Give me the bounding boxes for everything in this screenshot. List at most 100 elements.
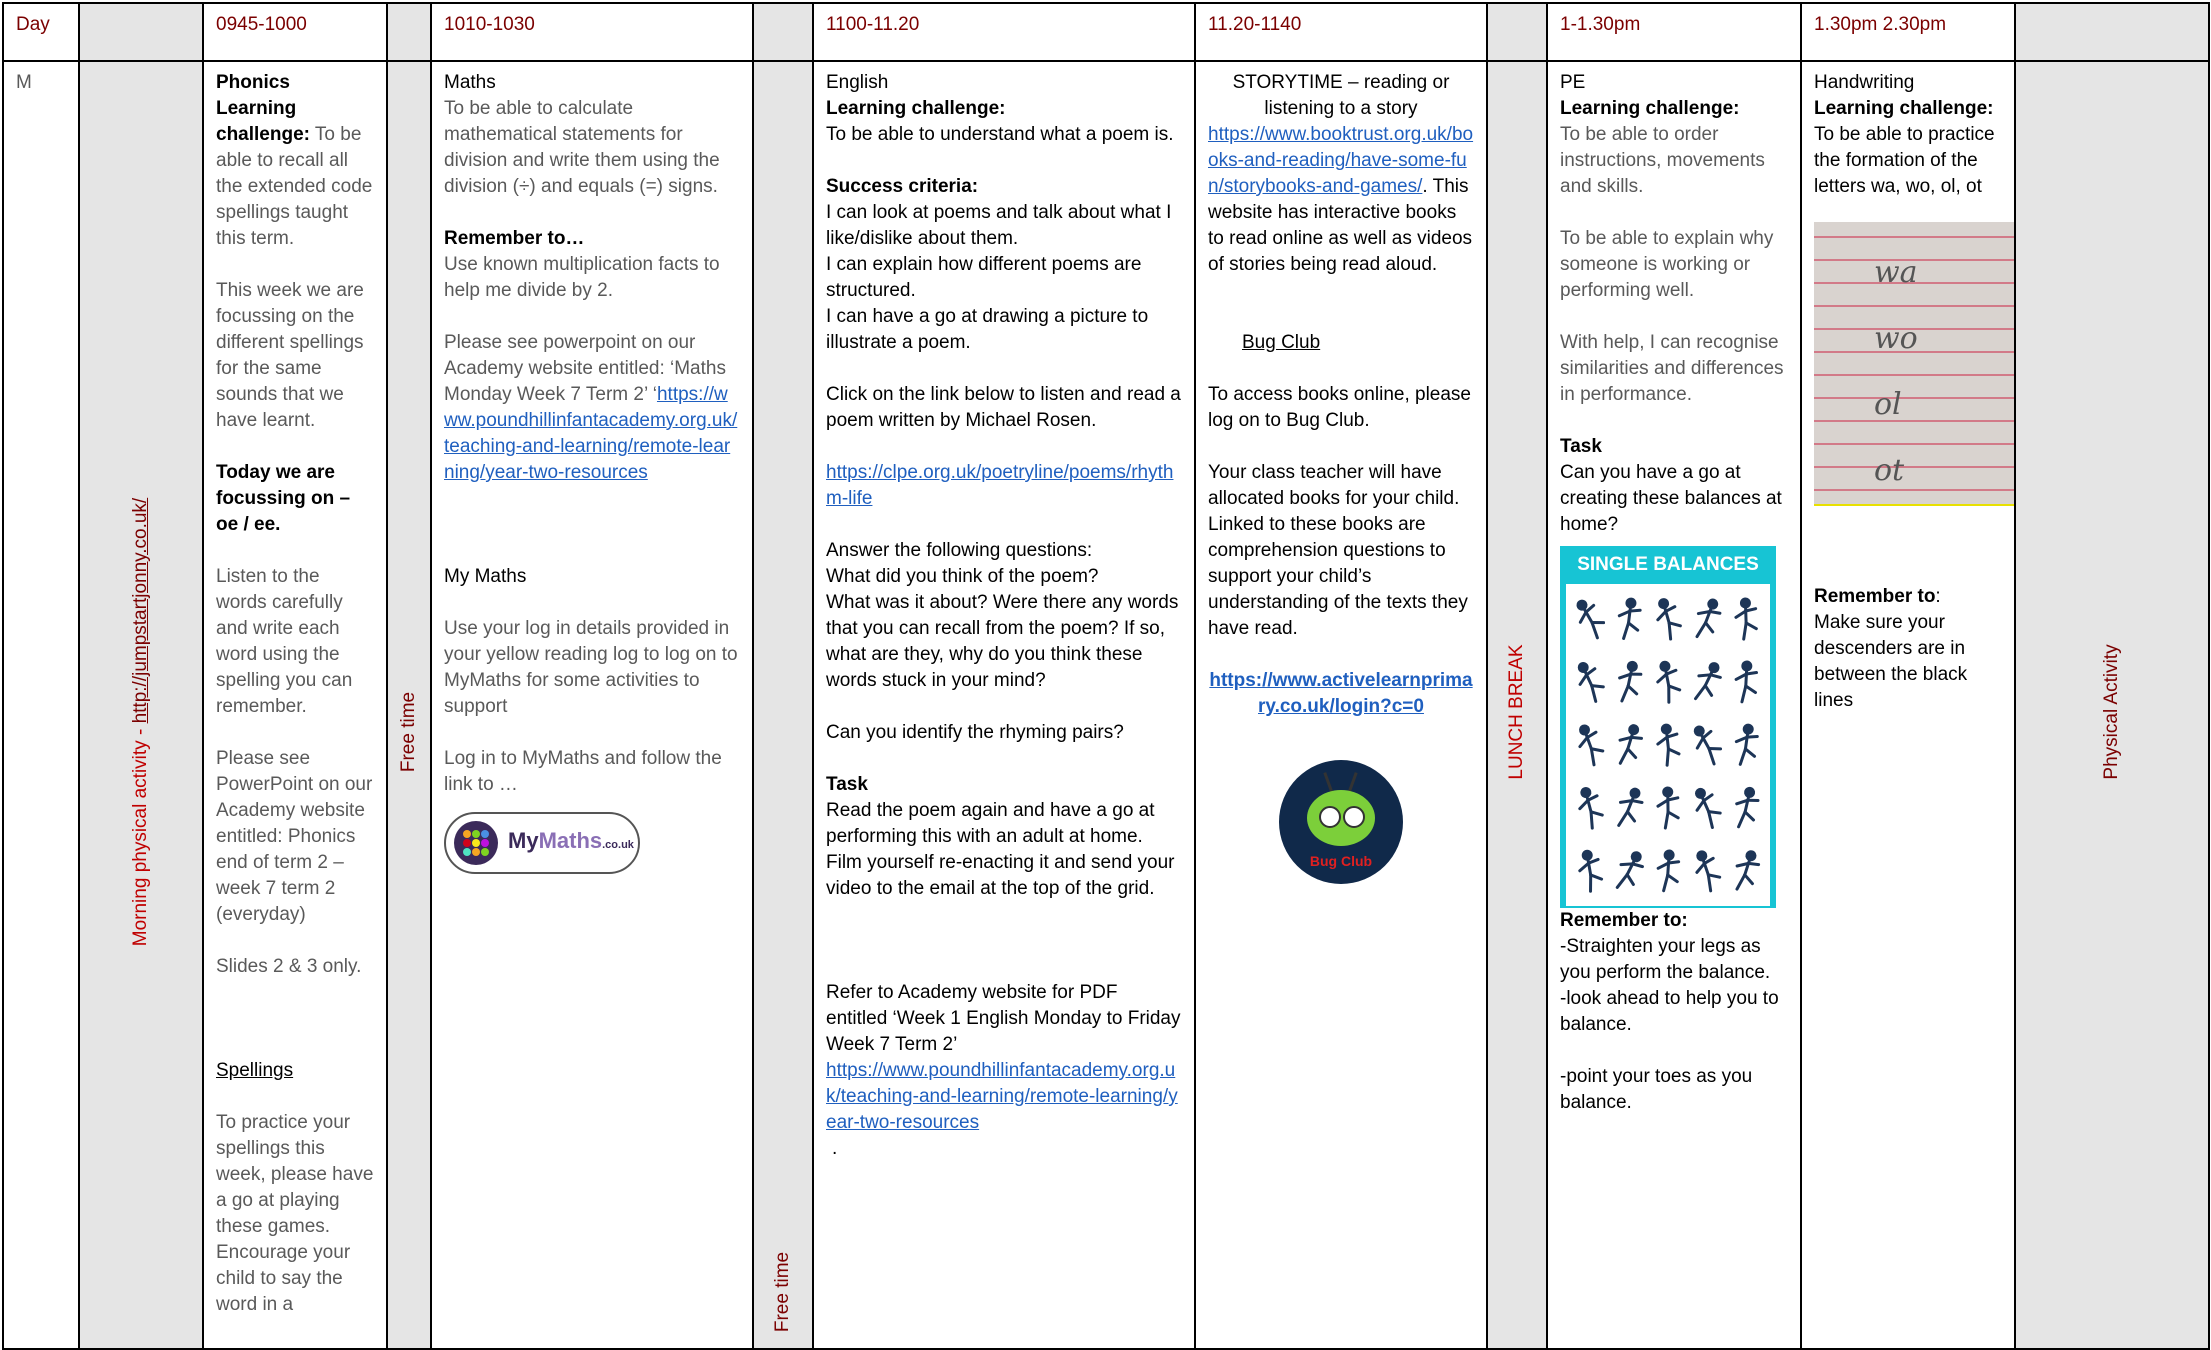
handwriting-remember-title: Remember to [1814,586,1935,607]
header-slot-2: 1010-1030 [431,3,753,61]
bugclub-logo[interactable]: Bug Club [1279,760,1403,884]
header-blank-1 [79,3,203,61]
free-time-cell-1: Free time [387,61,431,1349]
bugclub-title: Bug Club [1208,330,1474,356]
spellings-text: To practice your spellings this week, pl… [216,1110,374,1318]
english-task-title: Task [826,772,1182,798]
poster-grid [1566,584,1770,906]
balance-figure-icon [1570,651,1609,714]
english-q2: What was it about? Were there any words … [826,590,1182,694]
handwriting-lc-label: Learning challenge: [1814,96,2002,122]
activelearn-wrap: https://www.activelearnprimary.co.uk/log… [1208,668,1474,720]
pe-remember-2: -look ahead to help you to balance. [1560,986,1788,1038]
balance-figure-icon [1570,714,1609,777]
maths-title: Maths [444,70,740,96]
balance-figure-icon [1609,651,1648,714]
balance-figure-icon [1648,776,1687,839]
ruled-line [1814,236,2014,238]
english-sc-2: I can explain how different poems are st… [826,252,1182,304]
maths-see: Please see powerpoint on our Academy web… [444,330,740,486]
maths-cell: Maths To be able to calculate mathematic… [431,61,753,1349]
english-lc-label: Learning challenge: [826,96,1182,122]
day-letter: M [16,72,32,93]
balance-figure-icon [1609,776,1648,839]
pe-remember-title: Remember to: [1560,908,1788,934]
english-dot: . [826,1136,1182,1162]
physical-activity-cell: Physical Activity [2015,61,2209,1349]
balance-figure-icon [1727,776,1766,839]
header-slot-1: 0945-1000 [203,3,387,61]
ruled-line [1814,489,2014,491]
balance-figure-icon [1609,714,1648,777]
balance-figure-icon [1727,588,1766,651]
ruled-line [1814,443,2014,445]
english-task-text: Read the poem again and have a go at per… [826,798,1182,902]
english-sc-label: Success criteria: [826,174,1182,200]
lunch-break: LUNCH BREAK [1504,644,1530,779]
phonics-cell: Phonics Learning challenge: To be able t… [203,61,387,1349]
free-time-1: Free time [396,692,422,772]
balance-figure-icon [1727,651,1766,714]
pe-lc-3: With help, I can recognise similarities … [1560,330,1788,408]
handwriting-cell: Handwriting Learning challenge: To be ab… [1801,61,2015,1349]
phonics-see: Please see PowerPoint on our Academy web… [216,746,374,928]
handwritten-word: ol [1874,392,1902,418]
balance-figure-icon [1688,714,1727,777]
english-sc-1: I can look at poems and talk about what … [826,200,1182,252]
phonics-listen: Listen to the words carefully and write … [216,564,374,720]
ruled-line [1814,305,2014,307]
poster-title: SINGLE BALANCES [1566,552,1770,578]
phonics-lc-label: Learning challenge: [216,98,310,145]
pe-remember-3: -point your toes as you balance. [1560,1064,1788,1116]
mymaths-text: Use your log in details provided in your… [444,616,740,720]
header-blank-3 [753,3,813,61]
balance-figure-icon [1648,714,1687,777]
handwriting-remember: Remember to: [1814,584,2002,610]
ruled-line [1814,397,2014,399]
bugclub-access: To access books online, please log on to… [1208,382,1474,434]
mymaths-logo[interactable]: MyMaths.co.uk [444,812,640,874]
balance-figure-icon [1570,776,1609,839]
lunch-cell: LUNCH BREAK [1487,61,1547,1349]
morning-activity-label: Morning physical activity - [130,723,151,946]
maths-remember-text: Use known multiplication facts to help m… [444,252,740,304]
handwriting-remember-text: Make sure your descenders are in between… [1814,610,2002,714]
balance-figure-icon [1727,714,1766,777]
storytime-cell: STORYTIME – reading or listening to a st… [1195,61,1487,1349]
phonics-lc: Learning challenge: To be able to recall… [216,96,374,252]
morning-activity-text: Morning physical activity - http://jumps… [128,498,154,946]
phonics-today: Today we are focussing on – oe / ee. [216,460,374,538]
pe-task-title: Task [1560,434,1788,460]
pe-lc-1: To be able to order instructions, moveme… [1560,122,1788,200]
header-blank-5 [2015,3,2209,61]
handwritten-word: wa [1874,260,1918,286]
timetable-page: Day 0945-1000 1010-1030 1100-11.20 11.20… [0,0,2211,1341]
maths-objective: To be able to calculate mathematical sta… [444,96,740,200]
balance-figure-icon [1648,651,1687,714]
english-title: English [826,70,1182,96]
jumpstart-link[interactable]: http://jumpstartjonny.co.uk/ [130,498,151,724]
balance-figure-icon [1727,839,1766,902]
activelearn-link[interactable]: https://www.activelearnprimary.co.uk/log… [1209,670,1472,717]
balance-figure-icon [1648,588,1687,651]
ruled-line [1814,374,2014,376]
pe-lc-2: To be able to explain why someone is wor… [1560,226,1788,304]
storytime-text: https://www.booktrust.org.uk/books-and-r… [1208,122,1474,278]
balance-figure-icon [1688,839,1727,902]
english-cell: English Learning challenge: To be able t… [813,61,1195,1349]
english-resources-link[interactable]: https://www.poundhillinfantacademy.org.u… [826,1058,1182,1136]
english-answer: Answer the following questions: [826,538,1182,564]
ruled-line [1814,466,2014,468]
pe-lc-label: Learning challenge: [1560,96,1788,122]
header-slot-3: 1100-11.20 [813,3,1195,61]
poem-link[interactable]: https://clpe.org.uk/poetryline/poems/rhy… [826,460,1182,512]
balance-figure-icon [1688,776,1727,839]
handwritten-word: ot [1874,458,1904,484]
free-time-2: Free time [770,1252,796,1332]
balance-figure-icon [1609,588,1648,651]
english-sc-3: I can have a go at drawing a picture to … [826,304,1182,356]
free-time-cell-2: Free time [753,61,813,1349]
pe-task-text: Can you have a go at creating these bala… [1560,460,1788,538]
pe-remember-1: -Straighten your legs as you perform the… [1560,934,1788,986]
balance-figure-icon [1688,588,1727,651]
